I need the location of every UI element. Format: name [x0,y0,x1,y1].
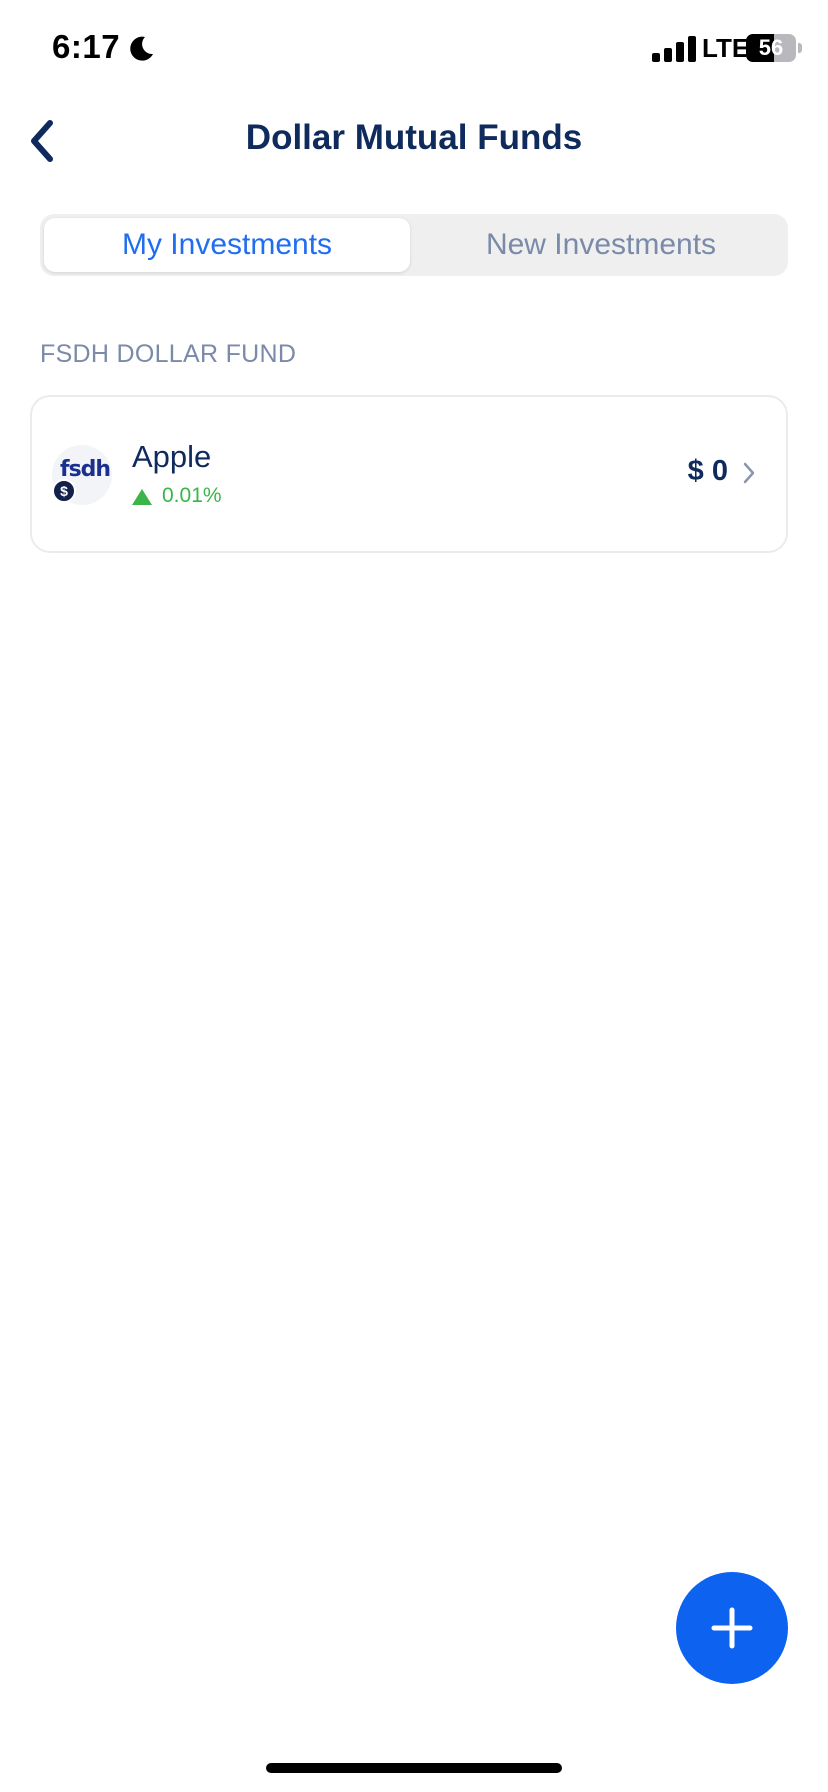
chevron-right-icon [743,462,755,484]
battery-level: 56 [758,35,784,60]
network-type: LTE [702,33,750,63]
fund-logo: fsdh $ [52,445,112,505]
fund-change: 0.01% [162,484,222,507]
fund-list-item[interactable]: fsdh $ Apple 0.01% $ 0 [30,395,788,553]
dollar-badge: $ [52,479,76,503]
page-title: Dollar Mutual Funds [245,118,583,157]
investment-tabs: My Investments New Investments [40,214,788,276]
fund-value: $ 0 [687,455,728,487]
battery-icon: 56 [746,34,796,62]
battery-tip [798,43,802,53]
fund-logo-text: fsdh [60,457,111,482]
signal-strength-icon [652,36,696,62]
moon-icon [130,36,153,61]
tab-new-investments[interactable]: New Investments [418,218,784,272]
tab-my-investments[interactable]: My Investments [44,218,410,272]
fund-name: Apple [132,439,212,474]
status-time: 6:17 [52,28,121,65]
status-bar: 6:17 LTE 56 [0,0,828,100]
plus-icon [711,1607,753,1649]
trend-up-icon [132,489,152,505]
home-indicator [266,1763,562,1773]
add-investment-button[interactable] [676,1572,788,1684]
section-title: FSDH DOLLAR FUND [40,340,297,368]
